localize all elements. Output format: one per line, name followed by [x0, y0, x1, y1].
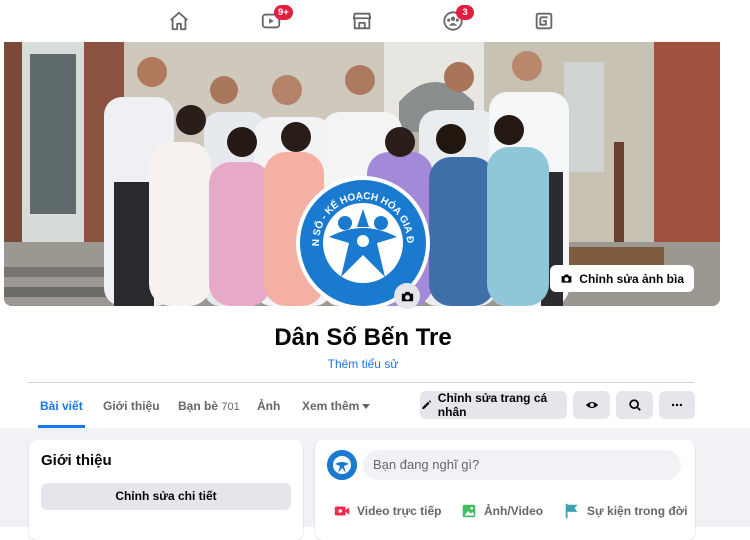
watch-badge: 9+: [274, 5, 293, 20]
live-video-icon: [334, 506, 350, 516]
search-icon: [628, 399, 641, 411]
profile-divider: [28, 382, 694, 383]
tab-friends-label: Bạn bè: [178, 399, 219, 413]
camera-icon: [401, 291, 413, 301]
tab-more[interactable]: Xem thêm: [302, 384, 371, 428]
home-icon: [170, 11, 188, 31]
photo-video-label: Ảnh/Video: [484, 504, 544, 518]
profile-name: Dân Số Bến Tre: [274, 324, 452, 351]
life-event-button[interactable]: Sự kiện trong đời: [563, 500, 688, 522]
view-as-button[interactable]: [573, 391, 610, 419]
top-navigation: 9+ 3: [0, 0, 750, 42]
nav-home[interactable]: [152, 4, 206, 38]
intro-card: Giới thiệu Chỉnh sửa chi tiết: [29, 440, 303, 540]
edit-cover-label: Chỉnh sửa ảnh bìa: [579, 271, 684, 286]
eye-icon: [585, 401, 598, 409]
groups-badge: 3: [456, 5, 474, 20]
pencil-icon: [422, 400, 432, 409]
live-video-label: Video trực tiếp: [357, 504, 442, 518]
store-icon: [352, 12, 372, 30]
family-planning-logo: [327, 450, 357, 480]
nav-gaming[interactable]: [517, 4, 571, 38]
photo-icon: [462, 504, 476, 518]
more-options-button[interactable]: [659, 391, 695, 419]
tab-about-label: Giới thiệu: [103, 399, 160, 413]
search-profile-button[interactable]: [616, 391, 653, 419]
edit-profile-label: Chỉnh sửa trang cá nhân: [437, 391, 548, 419]
add-bio-link[interactable]: Thêm tiểu sử: [0, 357, 726, 371]
tab-more-label: Xem thêm: [302, 399, 360, 413]
photo-video-button[interactable]: Ảnh/Video: [460, 500, 543, 522]
update-avatar-button[interactable]: [394, 283, 420, 309]
flag-icon: [565, 503, 578, 519]
live-video-button[interactable]: Video trực tiếp: [333, 500, 442, 522]
tab-about[interactable]: Giới thiệu: [103, 384, 160, 428]
composer-input[interactable]: Bạn đang nghĩ gì?: [363, 450, 681, 480]
tab-posts-label: Bài viết: [40, 399, 83, 413]
nav-watch[interactable]: 9+: [244, 4, 298, 38]
edit-cover-button[interactable]: Chỉnh sửa ảnh bìa: [550, 265, 694, 292]
edit-details-button[interactable]: Chỉnh sửa chi tiết: [41, 483, 291, 510]
tab-posts[interactable]: Bài viết: [38, 384, 85, 428]
tab-photos[interactable]: Ảnh: [257, 384, 280, 428]
tab-friends[interactable]: Bạn bè 701: [178, 384, 240, 428]
gaming-icon: [535, 12, 553, 30]
more-icon: [671, 403, 683, 407]
camera-icon: [561, 274, 572, 283]
nav-groups[interactable]: 3: [426, 4, 480, 38]
edit-profile-button[interactable]: Chỉnh sửa trang cá nhân: [420, 391, 567, 419]
intro-title: Giới thiệu: [41, 452, 112, 469]
life-event-label: Sự kiện trong đời: [587, 504, 688, 518]
friends-count: 701: [221, 401, 240, 413]
chevron-down-icon: [362, 404, 371, 410]
post-composer-card: Bạn đang nghĩ gì? Video trực tiếp Ảnh/Vi…: [315, 440, 695, 540]
tab-photos-label: Ảnh: [257, 399, 281, 413]
composer-avatar[interactable]: [327, 450, 357, 480]
nav-marketplace[interactable]: [335, 4, 389, 38]
